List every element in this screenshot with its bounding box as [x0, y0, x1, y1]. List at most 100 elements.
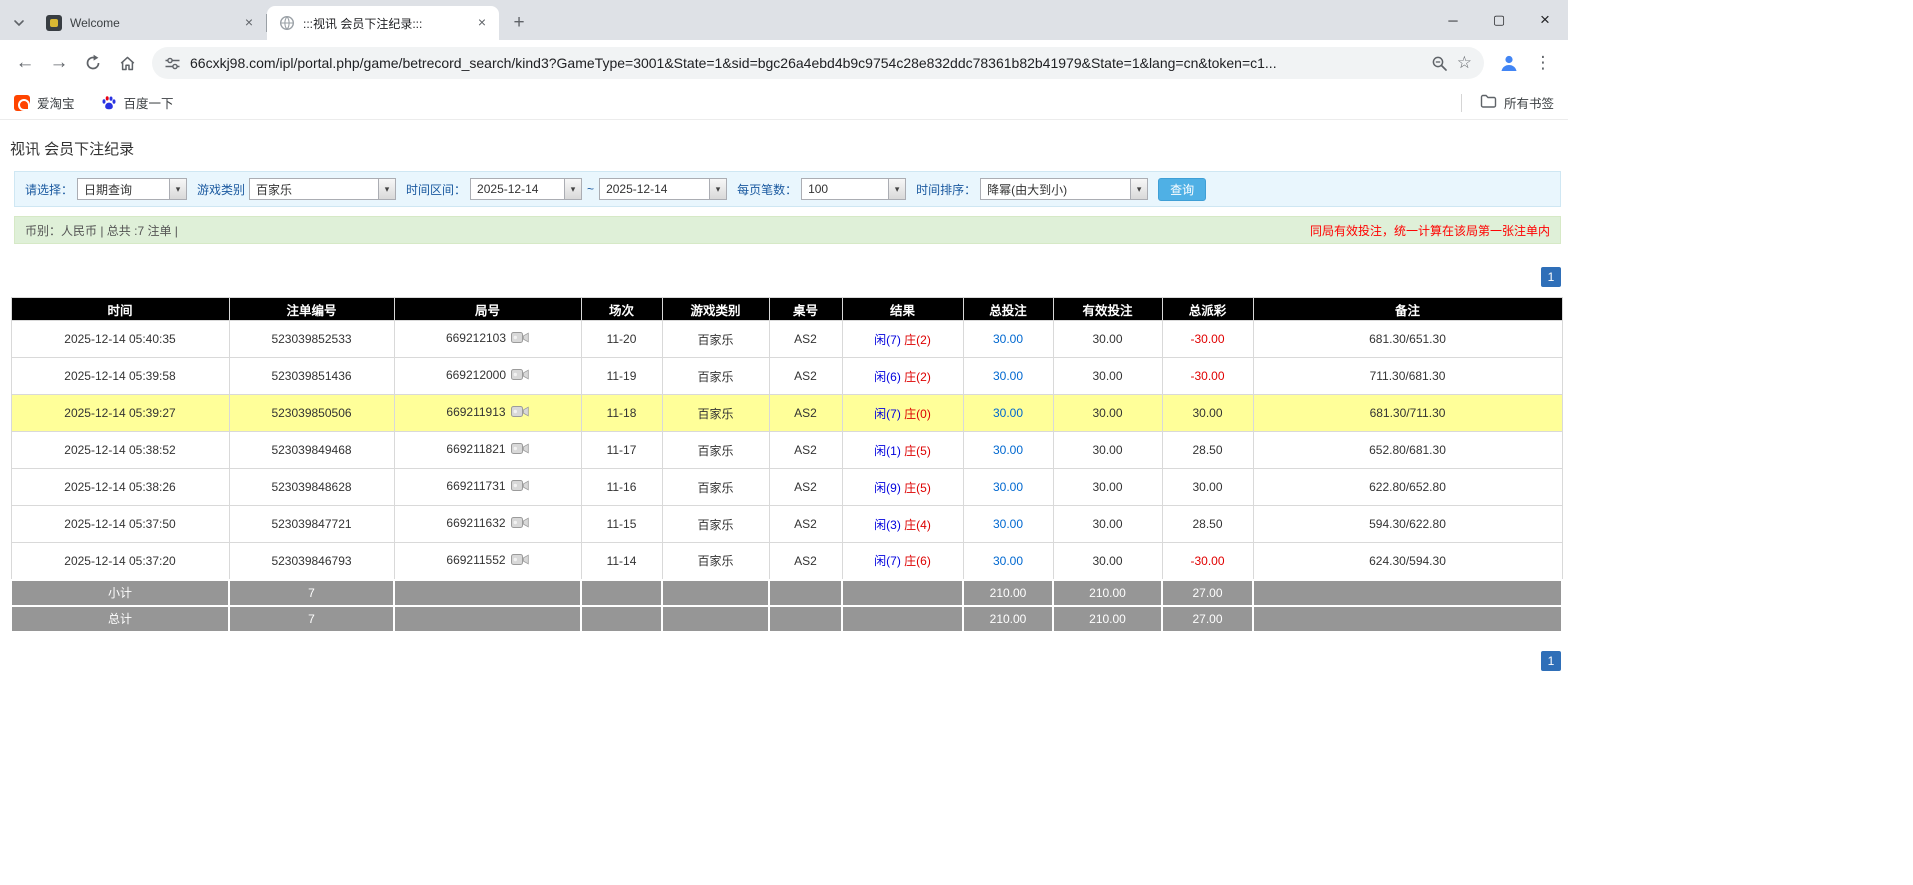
summary-empty-cell [580, 604, 663, 633]
back-icon[interactable]: ← [8, 46, 42, 80]
forward-icon[interactable]: → [42, 46, 76, 80]
table-row[interactable]: 2025-12-14 05:40:35 523039852533 669212103… [10, 320, 1563, 358]
bookmark-label: 百度一下 [123, 97, 174, 111]
video-replay-icon[interactable] [510, 553, 529, 569]
chevron-down-icon[interactable] [4, 6, 34, 40]
page-size-select[interactable]: 100 ▾ [801, 178, 907, 200]
chevron-down-icon[interactable]: ▾ [1130, 179, 1148, 199]
chevron-down-icon[interactable]: ▾ [169, 179, 187, 199]
result-player: 闲(9) [874, 480, 901, 495]
total-bet-link[interactable]: 30.00 [993, 480, 1023, 494]
column-header: 时间 [10, 297, 230, 321]
video-replay-icon[interactable] [511, 331, 529, 347]
cell-session: 11-16 [580, 468, 663, 506]
video-replay-icon[interactable] [510, 516, 529, 532]
page-1-button[interactable]: 1 [1541, 650, 1561, 671]
cell-result: 闲(7) 庄(2) [841, 320, 964, 358]
summary-label: 小计 [10, 578, 230, 607]
all-bookmarks-button[interactable]: 所有书签 [1480, 93, 1554, 112]
chevron-down-icon[interactable]: ▾ [709, 179, 727, 199]
bookmark-star-icon[interactable]: ☆ [1457, 53, 1472, 73]
tab-bet-records[interactable]: :::视讯 会员下注纪录::: × [267, 6, 499, 40]
total-bet-link[interactable]: 30.00 [993, 554, 1023, 568]
range-label: 时间区间： [406, 182, 467, 197]
table-row[interactable]: 2025-12-14 05:38:26 523039848628 669211731… [10, 468, 1563, 506]
round-number: 669211731 [446, 479, 506, 494]
chevron-down-icon[interactable]: ▾ [378, 179, 396, 199]
chevron-down-icon[interactable]: ▾ [564, 179, 582, 199]
cell-total-bet: 30.00 [962, 505, 1054, 543]
total-bet-link[interactable]: 30.00 [993, 332, 1023, 346]
tab-strip: Welcome × :::视讯 会员下注纪录::: × + ─ ▢ × [0, 0, 1568, 40]
round-number: 669212103 [445, 331, 507, 346]
date-to-select[interactable]: 2025-12-14 ▾ [599, 178, 728, 200]
all-bookmarks-label: 所有书签 [1503, 97, 1554, 111]
column-header: 总投注 [962, 297, 1054, 321]
close-window-button[interactable]: × [1522, 0, 1568, 40]
table-row[interactable]: 2025-12-14 05:39:27 523039850506 669211913… [10, 394, 1563, 432]
site-info-icon[interactable] [164, 55, 181, 72]
cell-payout: 30.00 [1161, 468, 1254, 506]
video-replay-icon[interactable] [510, 479, 529, 495]
video-replay-icon[interactable] [510, 405, 529, 421]
date-from-select[interactable]: 2025-12-14 ▾ [470, 178, 583, 200]
cell-payout: -30.00 [1161, 357, 1254, 395]
bookmark-baidu[interactable]: 百度一下 [101, 93, 174, 112]
select-label: 请选择： [25, 182, 74, 197]
summary-label: 总计 [10, 604, 230, 633]
date-to-value: 2025-12-14 [606, 182, 668, 196]
table-row[interactable]: 2025-12-14 05:37:20 523039846793 669211552… [10, 542, 1563, 580]
bookmark-label: 爱淘宝 [37, 97, 75, 111]
cell-time: 2025-12-14 05:37:50 [10, 505, 230, 543]
maximize-button[interactable]: ▢ [1476, 0, 1522, 40]
result-banker: 庄(0) [904, 406, 931, 421]
total-bet-link[interactable]: 30.00 [993, 406, 1023, 420]
new-tab-button[interactable]: + [505, 9, 533, 37]
summary-empty-cell [841, 604, 964, 633]
table-row[interactable]: 2025-12-14 05:39:58 523039851436 669212000… [10, 357, 1563, 395]
query-type-select[interactable]: 日期查询 ▾ [77, 178, 188, 200]
close-icon[interactable]: × [240, 14, 258, 32]
total-bet-link[interactable]: 30.00 [993, 517, 1023, 531]
cell-session: 11-14 [580, 542, 663, 580]
tab-title: :::视讯 会员下注纪录::: [303, 16, 423, 31]
bookmark-aitaobao[interactable]: 爱淘宝 [14, 93, 75, 112]
result-player: 闲(7) [874, 406, 901, 421]
zoom-icon[interactable] [1431, 55, 1448, 72]
page-1-button[interactable]: 1 [1541, 267, 1561, 287]
cell-total-bet: 30.00 [962, 542, 1054, 580]
cell-note: 652.80/681.30 [1252, 431, 1563, 469]
home-icon[interactable] [110, 46, 144, 80]
game-type-label: 游戏类别 [197, 182, 246, 197]
table-row[interactable]: 2025-12-14 05:38:52 523039849468 669211821… [10, 431, 1563, 469]
result-banker: 庄(5) [904, 443, 931, 458]
tab-welcome[interactable]: Welcome × [34, 6, 266, 40]
cell-round: 669212103 [393, 320, 582, 358]
reload-icon[interactable] [76, 46, 110, 80]
cell-bet-id: 523039848628 [228, 468, 395, 506]
close-icon[interactable]: × [473, 14, 491, 32]
date-from-value: 2025-12-14 [477, 182, 539, 196]
game-type-select[interactable]: 百家乐 ▾ [249, 178, 397, 200]
sort-order-select[interactable]: 降幂(由大到小) ▾ [980, 178, 1149, 200]
profile-icon[interactable] [1492, 46, 1526, 80]
summary-empty-cell [393, 604, 582, 633]
summary-valid-bet: 210.00 [1052, 604, 1163, 633]
minimize-button[interactable]: ─ [1430, 0, 1476, 40]
video-replay-icon[interactable] [510, 442, 529, 458]
column-header: 游戏类别 [661, 297, 770, 321]
video-replay-icon[interactable] [511, 368, 529, 384]
cell-note: 624.30/594.30 [1252, 542, 1563, 580]
cell-valid-bet: 30.00 [1052, 357, 1163, 395]
total-bet-link[interactable]: 30.00 [993, 443, 1023, 457]
total-bet-link[interactable]: 30.00 [993, 369, 1023, 383]
bet-table-foot: 小计 7 210.00 210.00 27.00 总计 7 210.00 210.00 27.00 [10, 578, 1563, 633]
table-row[interactable]: 2025-12-14 05:37:50 523039847721 669211632… [10, 505, 1563, 543]
result-banker: 庄(6) [904, 554, 931, 569]
summary-empty-cell [393, 578, 582, 607]
search-button[interactable]: 查询 [1158, 177, 1207, 201]
url-text[interactable]: 66cxkj98.com/ipl/portal.php/game/betreco… [190, 55, 1422, 71]
address-bar[interactable]: 66cxkj98.com/ipl/portal.php/game/betreco… [152, 47, 1484, 79]
chevron-down-icon[interactable]: ▾ [888, 179, 906, 199]
menu-icon[interactable]: ⋮ [1526, 46, 1560, 80]
